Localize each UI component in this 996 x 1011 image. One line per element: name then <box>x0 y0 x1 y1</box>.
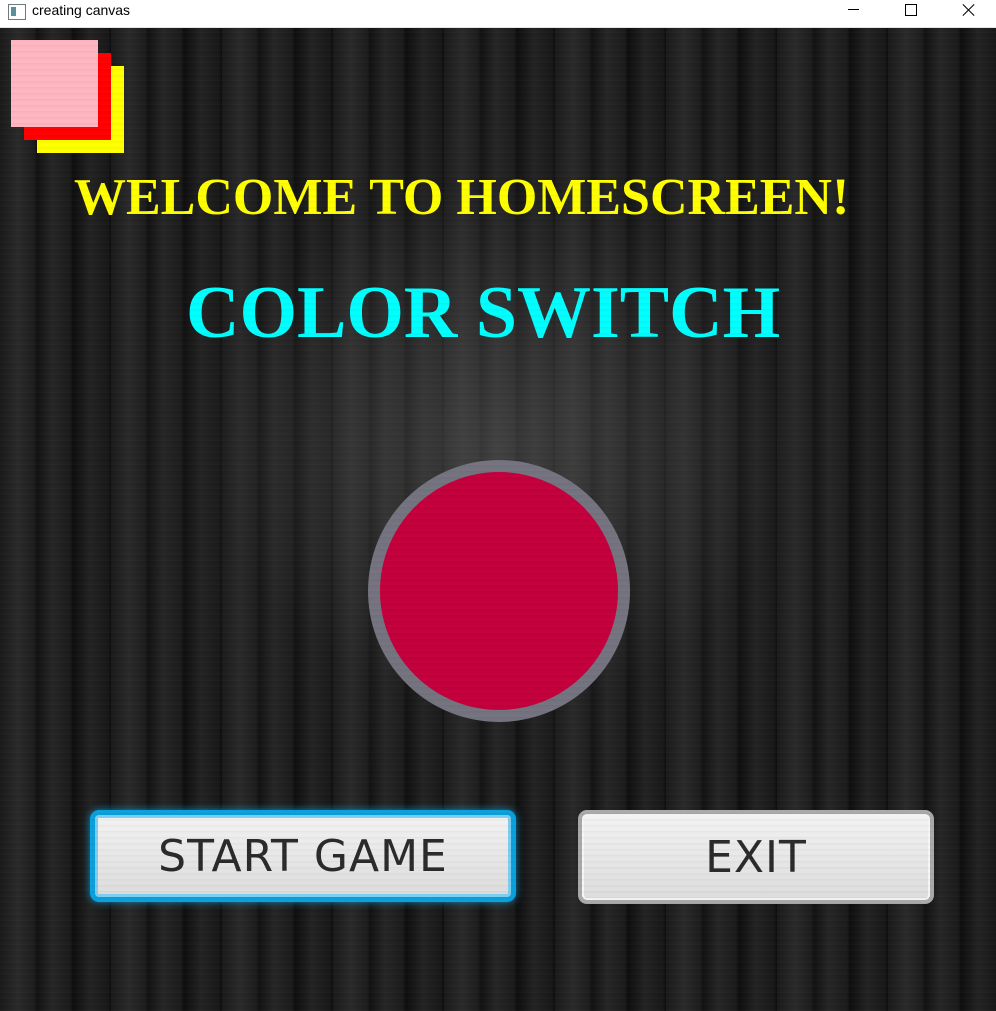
window-title: creating canvas <box>32 2 131 18</box>
close-button[interactable] <box>940 0 996 27</box>
app-window-icon <box>8 4 26 20</box>
game-canvas: WELCOME TO HOMESCREEN! COLOR SWITCH STAR… <box>0 28 996 1011</box>
maximize-icon <box>905 4 917 16</box>
minimize-icon <box>847 9 859 10</box>
exit-button[interactable]: EXIT <box>578 810 934 904</box>
logo-pink-square <box>11 40 98 127</box>
minimize-button[interactable] <box>824 0 882 27</box>
game-title: COLOR SWITCH <box>186 272 781 354</box>
player-ball <box>368 460 630 722</box>
window-titlebar: creating canvas <box>0 0 996 28</box>
maximize-button[interactable] <box>882 0 940 27</box>
welcome-heading: WELCOME TO HOMESCREEN! <box>74 169 850 226</box>
close-icon <box>962 3 976 17</box>
start-game-button[interactable]: START GAME <box>90 810 516 902</box>
color-switch-logo-icon <box>11 40 125 154</box>
